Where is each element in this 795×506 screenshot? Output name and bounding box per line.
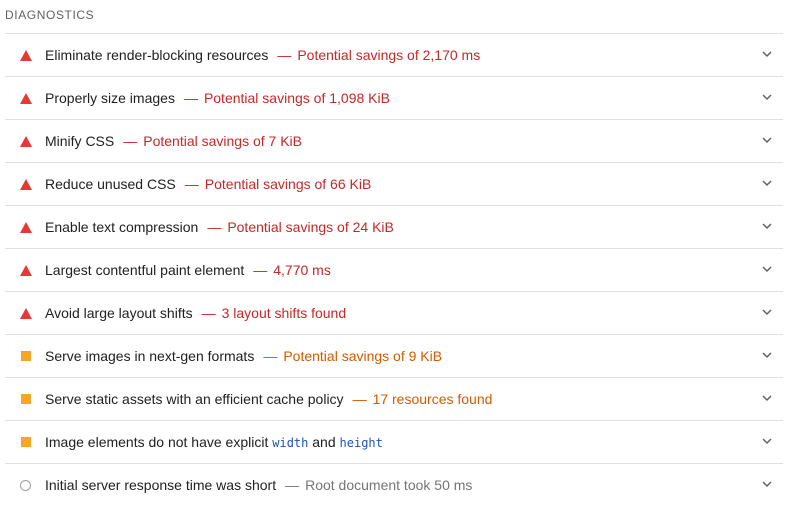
audit-title-text: Image elements do not have explicit (45, 434, 273, 450)
chevron-down-icon[interactable] (761, 134, 773, 146)
audit-title: Image elements do not have explicit widt… (45, 434, 383, 450)
chevron-down-icon[interactable] (761, 306, 773, 318)
gray-circle-icon (19, 479, 32, 492)
audit-detail: Potential savings of 2,170 ms (297, 47, 481, 63)
audit-dash: — (201, 305, 216, 321)
audit-row-render-blocking[interactable]: Eliminate render-blocking resources — Po… (5, 34, 783, 77)
audit-dash: — (352, 391, 367, 407)
code-height: height (339, 436, 383, 450)
audit-row-size-images[interactable]: Properly size images — Potential savings… (5, 77, 783, 120)
audit-dash: — (184, 176, 199, 192)
chevron-down-icon[interactable] (761, 478, 773, 490)
audit-dash: — (285, 477, 300, 493)
audit-dash: — (253, 262, 268, 278)
chevron-down-icon[interactable] (761, 91, 773, 103)
audit-detail: Potential savings of 66 KiB (204, 176, 372, 192)
orange-square-icon (19, 350, 32, 363)
audit-dash: — (207, 219, 222, 235)
red-triangle-icon (19, 92, 32, 105)
red-triangle-icon (19, 49, 32, 62)
chevron-down-icon[interactable] (761, 392, 773, 404)
chevron-down-icon[interactable] (761, 435, 773, 447)
chevron-down-icon[interactable] (761, 177, 773, 189)
audit-title: Serve images in next-gen formats (45, 348, 255, 364)
red-triangle-icon (19, 307, 32, 320)
orange-square-icon (19, 436, 32, 449)
audit-title: Largest contentful paint element (45, 262, 245, 278)
audit-row-server-response[interactable]: Initial server response time was short —… (5, 464, 783, 506)
audit-detail: Potential savings of 24 KiB (227, 219, 394, 235)
red-triangle-icon (19, 135, 32, 148)
chevron-down-icon[interactable] (761, 349, 773, 361)
audit-title: Avoid large layout shifts (45, 305, 193, 321)
audit-title: Reduce unused CSS (45, 176, 176, 192)
audit-row-next-gen-formats[interactable]: Serve images in next-gen formats — Poten… (5, 335, 783, 378)
code-width: width (272, 436, 309, 450)
audit-title-text: and (308, 434, 340, 450)
audit-detail: 17 resources found (372, 391, 493, 407)
audit-row-unused-css[interactable]: Reduce unused CSS — Potential savings of… (5, 163, 783, 206)
audit-detail: Potential savings of 9 KiB (283, 348, 443, 364)
audit-title: Initial server response time was short (45, 477, 277, 493)
audit-row-minify-css[interactable]: Minify CSS — Potential savings of 7 KiB (5, 120, 783, 163)
audit-detail: 3 layout shifts found (221, 305, 347, 321)
audit-title: Properly size images (45, 90, 175, 106)
audit-dash: — (183, 90, 198, 106)
audit-detail: Potential savings of 7 KiB (143, 133, 302, 149)
orange-square-icon (19, 393, 32, 406)
audit-title: Minify CSS (45, 133, 115, 149)
audit-dash: — (277, 47, 292, 63)
audit-row-text-compression[interactable]: Enable text compression — Potential savi… (5, 206, 783, 249)
red-triangle-icon (19, 178, 32, 191)
audit-row-lcp-element[interactable]: Largest contentful paint element — 4,770… (5, 249, 783, 292)
audit-detail: 4,770 ms (273, 262, 331, 278)
audit-row-layout-shifts[interactable]: Avoid large layout shifts — 3 layout shi… (5, 292, 783, 335)
audit-row-cache-policy[interactable]: Serve static assets with an efficient ca… (5, 378, 783, 421)
chevron-down-icon[interactable] (761, 48, 773, 60)
chevron-down-icon[interactable] (761, 263, 773, 275)
audit-title: Enable text compression (45, 219, 199, 235)
audit-title: Serve static assets with an efficient ca… (45, 391, 344, 407)
red-triangle-icon (19, 264, 32, 277)
audit-dash: — (263, 348, 278, 364)
audit-detail: Potential savings of 1,098 KiB (203, 90, 390, 106)
chevron-down-icon[interactable] (761, 220, 773, 232)
audit-dash: — (123, 133, 138, 149)
red-triangle-icon (19, 221, 32, 234)
audit-detail: Root document took 50 ms (305, 477, 473, 493)
audit-row-image-dimensions[interactable]: Image elements do not have explicit widt… (5, 421, 783, 464)
audit-title: Eliminate render-blocking resources (45, 47, 269, 63)
section-title: DIAGNOSTICS (5, 8, 95, 22)
audit-list: Eliminate render-blocking resources — Po… (5, 33, 783, 506)
